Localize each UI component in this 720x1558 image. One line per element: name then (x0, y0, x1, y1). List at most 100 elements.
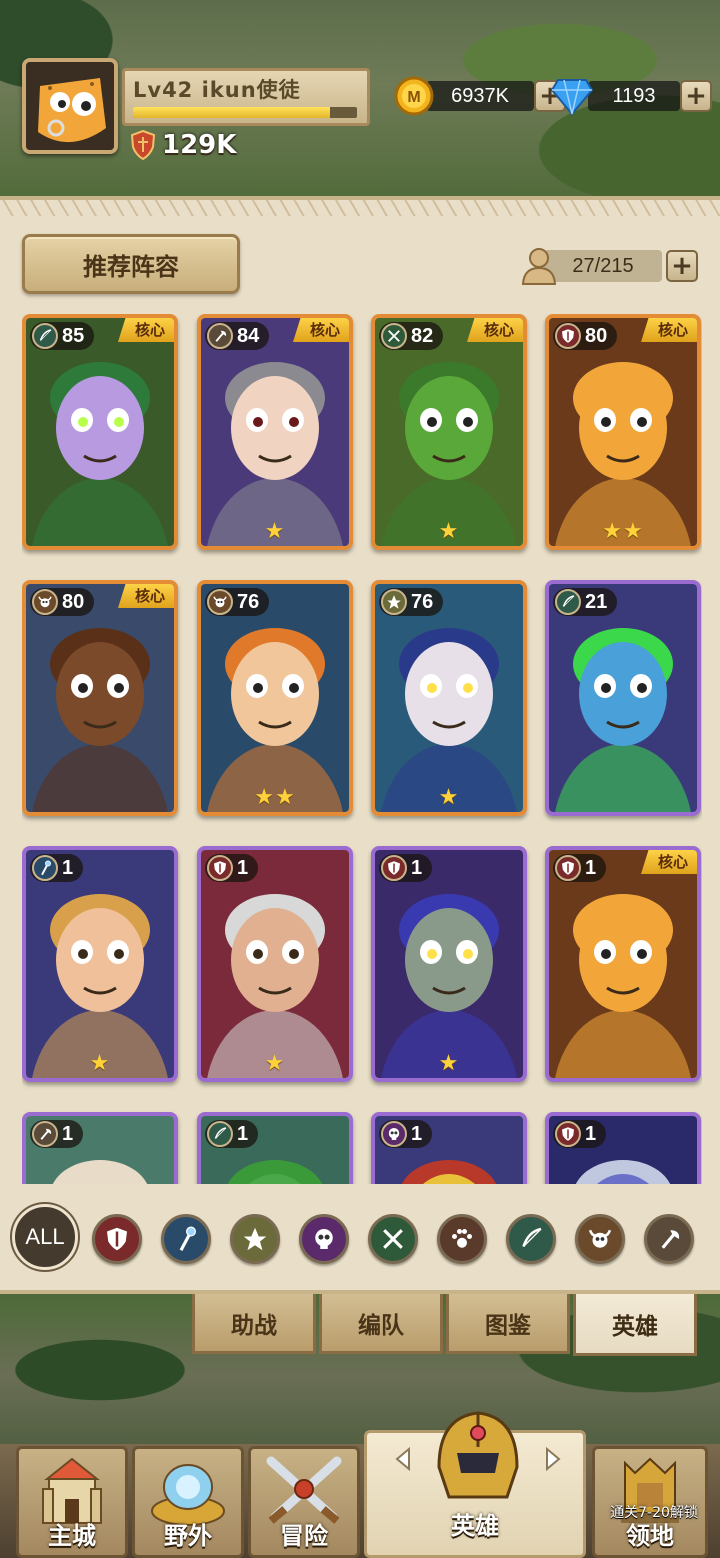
hero-level-badge: 1 (205, 1120, 259, 1148)
axe-icon (207, 323, 233, 349)
hero-level-badge: 76 (379, 588, 444, 616)
hero-stars: ★ (264, 519, 286, 544)
hero-card[interactable]: 76 ★★ (197, 580, 353, 816)
hero-level: 1 (237, 1122, 249, 1145)
hero-card[interactable]: 1 (371, 1112, 527, 1184)
skull-horns-icon (207, 589, 233, 615)
hero-portrait (549, 584, 697, 812)
filter-bow-icon[interactable] (506, 1214, 556, 1264)
hero-card[interactable]: 1 ★ (197, 846, 353, 1082)
player-info-panel: Lv42 ikun使徒 (122, 68, 370, 126)
nav-adventure[interactable]: 冒险 (248, 1446, 360, 1558)
hero-card[interactable]: 21 (545, 580, 701, 816)
filter-emblem-icon[interactable] (230, 1214, 280, 1264)
xp-bar-fill (133, 107, 331, 118)
hero-stars: ★ (438, 519, 460, 544)
hero-level: 84 (237, 324, 260, 347)
hero-portrait (375, 318, 523, 546)
hero-card[interactable]: 1 (545, 1112, 701, 1184)
diamond-currency: 1193 + (550, 79, 712, 116)
shield-icon (555, 323, 581, 349)
hero-level-badge: 1 (379, 1120, 433, 1148)
diamond-amount: 1193 (588, 81, 680, 111)
hero-level-badge: 1 (30, 1120, 84, 1148)
nav-main-city[interactable]: 主城 (16, 1446, 128, 1558)
hero-level-badge: 85 (30, 322, 95, 350)
player-level: Lv42 (133, 78, 194, 102)
filter-crossed-swords-icon[interactable] (368, 1214, 418, 1264)
filter-staff-icon[interactable] (161, 1214, 211, 1264)
hero-portrait (26, 584, 174, 812)
hero-card[interactable]: 84 核心 ★ (197, 314, 353, 550)
hero-card[interactable]: 1 ★ (371, 846, 527, 1082)
tab-formation[interactable]: 编队 (319, 1294, 443, 1354)
hero-level: 80 (62, 590, 85, 613)
recommended-lineup-button[interactable]: 推荐阵容 (22, 234, 240, 294)
hero-card[interactable]: 76 ★ (371, 580, 527, 816)
hero-level: 82 (411, 324, 434, 347)
add-hero-slot-button[interactable]: + (666, 250, 698, 282)
core-tag: 核心 (467, 318, 523, 342)
hero-level: 1 (237, 856, 249, 879)
nav-adventure-label: 冒险 (280, 1522, 328, 1550)
hero-portrait (201, 850, 349, 1078)
hero-portrait (201, 584, 349, 812)
hero-card[interactable]: 1 (197, 1112, 353, 1184)
crossed-swords-icon (381, 323, 407, 349)
combat-power-value: 129K (162, 130, 237, 160)
player-avatar[interactable] (22, 58, 118, 154)
hero-portrait (549, 318, 697, 546)
gold-currency: M 6937K + (394, 76, 566, 116)
hero-card[interactable]: 80 核心 ★★ (545, 314, 701, 550)
hero-level-badge: 84 (205, 322, 270, 350)
class-filter-row: ALL (10, 1202, 712, 1272)
tab-heroes[interactable]: 英雄 (573, 1294, 697, 1356)
hero-card[interactable]: 82 核心 ★ (371, 314, 527, 550)
hero-card[interactable]: 80 核心 (22, 580, 178, 816)
nav-heroes-label: 英雄 (451, 1512, 499, 1540)
hero-portrait (549, 850, 697, 1078)
filter-axe-icon[interactable] (644, 1214, 694, 1264)
filter-skull-horns-icon[interactable] (575, 1214, 625, 1264)
hero-level: 76 (411, 590, 434, 613)
tab-support[interactable]: 助战 (192, 1294, 316, 1354)
hero-level: 1 (62, 856, 74, 879)
hero-card[interactable]: 1 ★ (22, 846, 178, 1082)
filter-all-button[interactable]: ALL (10, 1202, 80, 1272)
hero-level: 85 (62, 324, 85, 347)
hero-count: 27/215 + (520, 242, 698, 290)
skull-horns-icon (32, 589, 58, 615)
tab-codex[interactable]: 图鉴 (446, 1294, 570, 1354)
player-name: ikun使徒 (201, 78, 301, 102)
hero-level-badge: 1 (379, 854, 433, 882)
hero-level: 76 (237, 590, 260, 613)
hero-level-badge: 76 (205, 588, 270, 616)
diamond-icon (550, 79, 594, 116)
person-icon (521, 248, 557, 285)
hero-card[interactable]: 1 核心 (545, 846, 701, 1082)
svg-text:M: M (407, 89, 420, 106)
player-name-line: Lv42 ikun使徒 (133, 74, 301, 104)
hero-stars: ★★ (602, 519, 644, 544)
core-tag: 核心 (118, 584, 174, 608)
hero-card[interactable]: 1 (22, 1112, 178, 1184)
add-diamond-button[interactable]: + (680, 80, 712, 112)
axe-icon (32, 1121, 58, 1147)
hero-stars: ★★ (254, 785, 296, 810)
staff-icon (32, 855, 58, 881)
hero-level-badge: 1 (205, 854, 259, 882)
hero-card[interactable]: 85 核心 (22, 314, 178, 550)
filter-skull-icon[interactable] (299, 1214, 349, 1264)
hero-grid: 85 核心 84 核心 ★ 82 核心 ★ 80 核心 ★★ 80 核心 76 ★★ 76 ★ 21 1 ★ 1 ★ 1 ★ 1… (22, 314, 702, 1184)
hero-stars: ★ (438, 1051, 460, 1076)
skull-icon (381, 1121, 407, 1147)
nav-heroes[interactable]: 英雄 (364, 1411, 586, 1558)
hero-portrait (201, 318, 349, 546)
filter-paw-icon[interactable] (437, 1214, 487, 1264)
hero-level-badge: 1 (30, 854, 84, 882)
combat-power: 129K (130, 130, 236, 160)
nav-wild[interactable]: 野外 (132, 1446, 244, 1558)
shield-icon (555, 1121, 581, 1147)
nav-main-city-label: 主城 (48, 1522, 96, 1550)
filter-shield-icon[interactable] (92, 1214, 142, 1264)
